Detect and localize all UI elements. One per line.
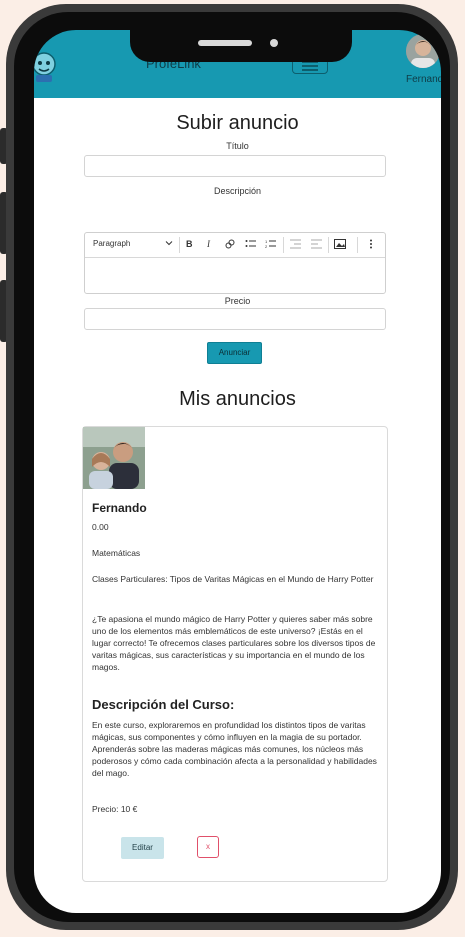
toolbar-divider	[283, 237, 284, 253]
outdent-icon[interactable]	[290, 239, 301, 251]
chevron-down-icon[interactable]	[165, 239, 173, 249]
ad-headline: Clases Particulares: Tipos de Varitas Má…	[92, 574, 374, 584]
speaker	[198, 40, 252, 46]
description-label: Descripción	[213, 186, 262, 196]
phone-screen: ProfeLink Fernando Subir anuncio Título …	[34, 30, 441, 913]
ad-teacher-name: Fernando	[92, 501, 147, 515]
ad-price-line: Precio: 10 €	[92, 804, 138, 814]
edit-button[interactable]: Editar	[121, 837, 164, 859]
bullet-list-icon[interactable]	[245, 239, 256, 251]
my-ads-title: Mis anuncios	[179, 388, 296, 410]
bold-button[interactable]: B	[186, 239, 193, 249]
main-content: Subir anuncio Título Descripción Paragra…	[34, 98, 441, 913]
toolbar-divider	[179, 237, 180, 253]
camera	[270, 39, 278, 47]
submit-ad-button[interactable]: Anunciar	[207, 342, 262, 364]
more-vertical-icon[interactable]	[369, 239, 373, 251]
ad-card: Fernando 0.00 Matemáticas Clases Particu…	[82, 426, 388, 882]
link-icon[interactable]	[225, 239, 235, 251]
price-label: Precio	[224, 296, 251, 306]
course-description-text: En este curso, exploraremos en profundid…	[92, 720, 377, 778]
indent-icon[interactable]	[311, 239, 322, 251]
logo-icon[interactable]	[34, 50, 60, 84]
title-input[interactable]	[84, 155, 386, 177]
user-name[interactable]: Fernando	[406, 74, 441, 85]
title-label: Título	[226, 141, 249, 151]
avatar[interactable]	[406, 34, 440, 68]
italic-button[interactable]: I	[207, 239, 210, 249]
phone-notch	[130, 30, 352, 62]
description-editor[interactable]: Paragraph B I 12	[84, 232, 386, 294]
ad-price-value: 0.00	[92, 522, 109, 532]
block-format-select[interactable]: Paragraph	[93, 239, 130, 248]
toolbar-divider	[357, 237, 358, 253]
navbar: ProfeLink Fernando	[34, 30, 441, 98]
upload-title: Subir anuncio	[176, 112, 299, 134]
numbered-list-icon[interactable]: 12	[265, 239, 276, 251]
ad-photo	[83, 427, 145, 489]
ad-subject: Matemáticas	[92, 548, 141, 558]
course-description-heading: Descripción del Curso:	[92, 697, 235, 712]
svg-text:2: 2	[265, 244, 268, 249]
price-input[interactable]	[84, 308, 386, 330]
image-icon[interactable]	[334, 239, 346, 251]
delete-button[interactable]: x	[197, 836, 219, 858]
editor-toolbar: Paragraph B I 12	[85, 233, 385, 258]
toolbar-divider	[328, 237, 329, 253]
ad-intro: ¿Te apasiona el mundo mágico de Harry Po…	[92, 614, 376, 672]
